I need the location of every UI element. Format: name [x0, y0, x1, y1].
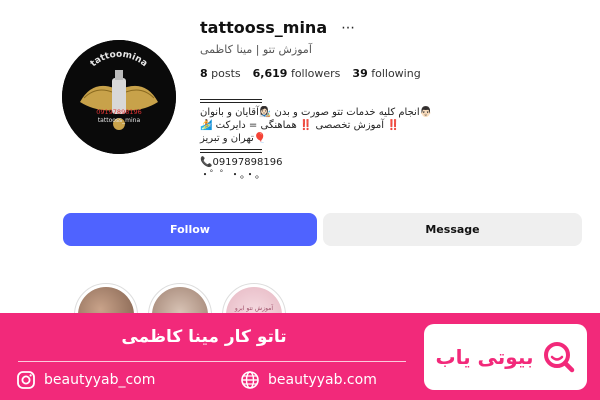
avatar-logo-image: tattoomina 09197898196 tattooss_mina: [62, 40, 176, 154]
avatar-handle-text: tattooss_mina: [98, 117, 141, 124]
profile-display-name: آموزش تتو | مینا کاظمی: [200, 43, 312, 56]
banner-title: تاتو کار مینا کاظمی: [121, 327, 287, 347]
beautyyab-logo[interactable]: بیوتی یاب: [424, 324, 587, 390]
website-link[interactable]: beautyyab.com: [240, 370, 377, 390]
bio-divider-bottom: [200, 149, 262, 153]
profile-username: tattooss_mina: [200, 18, 328, 37]
followers-count: 6,619: [252, 67, 288, 80]
avatar-phone-text: 09197898196: [96, 108, 142, 116]
posts-stat[interactable]: 8 posts: [200, 67, 241, 80]
highlight-cover-text: آموزش تتو ابرو: [234, 305, 274, 312]
instagram-icon: [17, 371, 35, 389]
logo-text: بیوتی یاب: [435, 345, 534, 369]
following-label: following: [371, 67, 421, 80]
website-label: beautyyab.com: [268, 372, 377, 388]
following-count: 39: [352, 67, 368, 80]
bio-decoration: ・゜゜・。・。: [200, 170, 265, 181]
profile-avatar[interactable]: tattoomina 09197898196 tattooss_mina: [62, 40, 176, 154]
bio-line-services: 👨🏻انجام کلیه خدمات تتو صورت و بدن 👩🏻‍🎨آق…: [200, 107, 433, 118]
instagram-label: beautyyab_com: [44, 372, 156, 388]
profile-stats: 8 posts 6,619 followers 39 following: [200, 67, 421, 80]
followers-label: followers: [290, 67, 341, 80]
bio-line-training: ‼️ آموزش تخصصی ‼️ هماهنگی = دایرکت 🏄: [200, 120, 400, 131]
followers-stat[interactable]: 6,619 followers: [253, 67, 341, 80]
bio-phone[interactable]: 📞09197898196: [200, 156, 460, 169]
profile-username-row: tattooss_mina ⋯: [200, 18, 356, 37]
profile-bio: 👨🏻انجام کلیه خدمات تتو صورت و بدن 👩🏻‍🎨آق…: [200, 95, 460, 182]
globe-icon: [241, 371, 259, 389]
banner-divider: [18, 361, 406, 362]
instagram-link[interactable]: beautyyab_com: [16, 370, 155, 390]
message-button[interactable]: Message: [323, 213, 582, 246]
more-options-icon[interactable]: ⋯: [341, 20, 356, 36]
posts-count: 8: [200, 67, 208, 80]
following-stat[interactable]: 39 following: [352, 67, 420, 80]
beautyyab-logo-icon: [543, 342, 574, 373]
bio-divider-top: [200, 99, 262, 103]
follow-button[interactable]: Follow: [63, 213, 317, 246]
posts-label: posts: [211, 67, 241, 80]
bio-line-location: 🎈تهران و تبریز: [200, 133, 267, 144]
